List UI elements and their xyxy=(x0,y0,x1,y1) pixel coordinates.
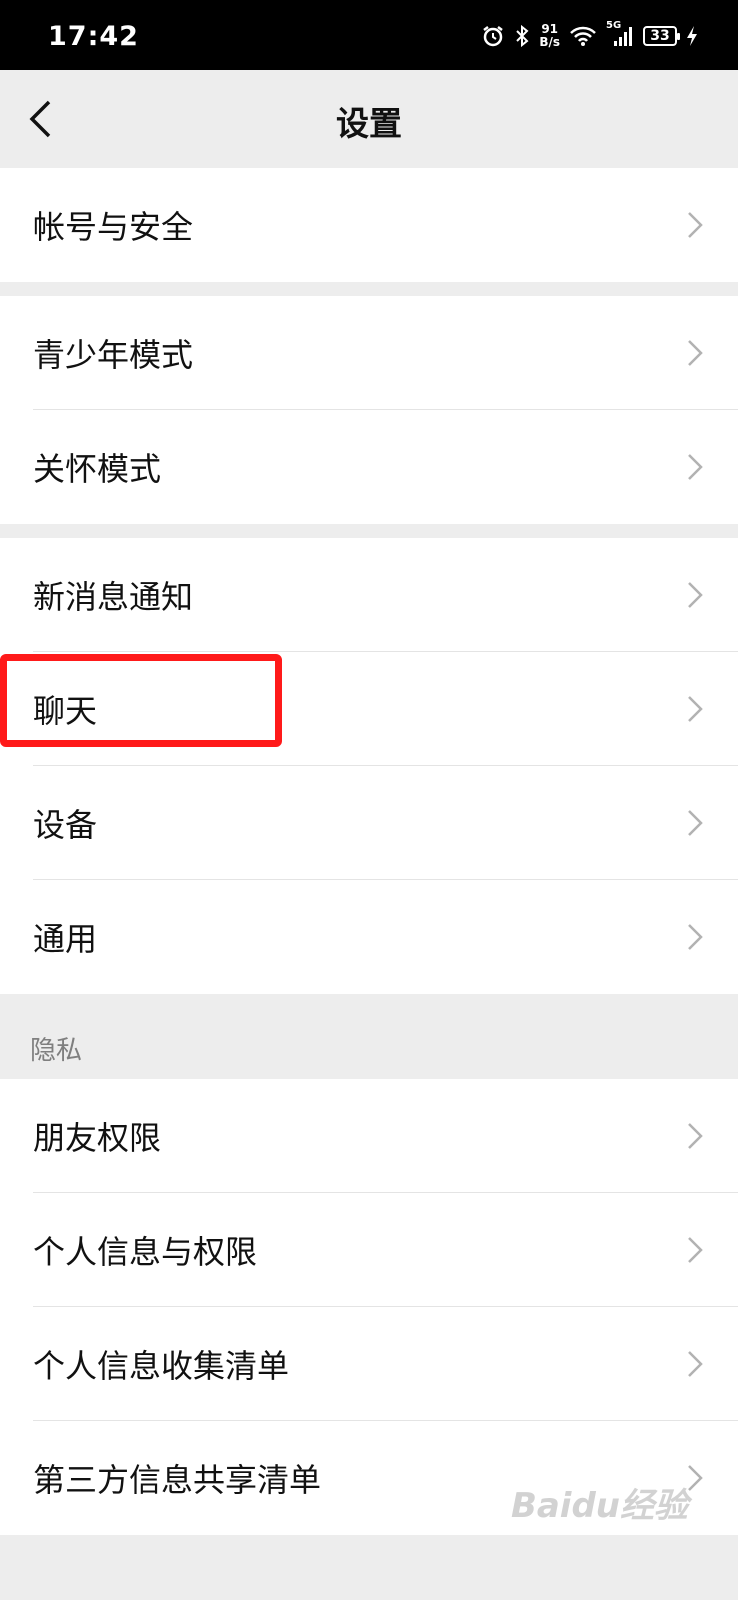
chevron-right-icon xyxy=(688,340,703,366)
charging-icon xyxy=(687,26,697,46)
group-privacy: 朋友权限 个人信息与权限 个人信息收集清单 第三方信息共享清单 xyxy=(0,1079,738,1535)
chevron-right-icon xyxy=(688,810,703,836)
watermark: Baidu经验 xyxy=(510,1486,688,1526)
chevron-right-icon xyxy=(688,924,703,950)
settings-item-account-security[interactable]: 帐号与安全 xyxy=(0,168,738,282)
chevron-right-icon xyxy=(688,696,703,722)
signal-icon: 5G xyxy=(606,20,634,48)
chevron-right-icon xyxy=(688,1351,703,1377)
settings-item-notifications[interactable]: 新消息通知 xyxy=(0,538,738,652)
settings-item-label: 通用 xyxy=(33,920,98,958)
status-icons: 91 B/s 5G 33 xyxy=(481,20,698,52)
group-modes: 青少年模式 关怀模式 xyxy=(0,296,738,524)
chevron-right-icon xyxy=(688,582,703,608)
settings-item-care-mode[interactable]: 关怀模式 xyxy=(0,410,738,524)
network-speed-unit: B/s xyxy=(539,35,560,49)
battery-icon: 33 xyxy=(643,26,680,46)
section-header-privacy: 隐私 xyxy=(30,1036,83,1066)
highlight-box xyxy=(0,654,282,747)
status-time: 17:42 xyxy=(48,21,139,52)
chevron-right-icon xyxy=(688,1237,703,1263)
alarm-icon xyxy=(483,26,504,47)
settings-item-label: 个人信息与权限 xyxy=(33,1233,258,1271)
settings-item-label: 关怀模式 xyxy=(33,450,162,488)
settings-item-label: 青少年模式 xyxy=(33,336,194,374)
chevron-right-icon xyxy=(688,1123,703,1149)
status-bar: 17:42 91 B/s 5G 33 xyxy=(0,0,738,70)
chevron-right-icon xyxy=(688,454,703,480)
group-account: 帐号与安全 xyxy=(0,168,738,282)
page-title: 设置 xyxy=(336,104,402,143)
settings-item-label: 个人信息收集清单 xyxy=(33,1347,290,1385)
settings-item-label: 新消息通知 xyxy=(33,578,194,616)
group-general: 新消息通知 聊天 设备 通用 xyxy=(0,538,738,994)
settings-item-personal-info-permissions[interactable]: 个人信息与权限 xyxy=(0,1193,738,1307)
wifi-icon xyxy=(570,26,596,46)
settings-item-devices[interactable]: 设备 xyxy=(0,766,738,880)
nav-bar: 设置 xyxy=(0,70,738,168)
settings-item-label: 朋友权限 xyxy=(33,1119,162,1157)
settings-item-general[interactable]: 通用 xyxy=(0,880,738,994)
settings-item-personal-info-list[interactable]: 个人信息收集清单 xyxy=(0,1307,738,1421)
settings-item-friend-permissions[interactable]: 朋友权限 xyxy=(0,1079,738,1193)
settings-item-label: 第三方信息共享清单 xyxy=(33,1461,322,1499)
chevron-right-icon xyxy=(688,212,703,238)
network-speed: 91 B/s xyxy=(539,23,560,49)
bluetooth-icon xyxy=(516,24,529,48)
settings-item-label: 帐号与安全 xyxy=(33,208,194,246)
settings-item-label: 设备 xyxy=(33,806,98,844)
settings-item-teen-mode[interactable]: 青少年模式 xyxy=(0,296,738,410)
chevron-right-icon xyxy=(688,1465,703,1491)
